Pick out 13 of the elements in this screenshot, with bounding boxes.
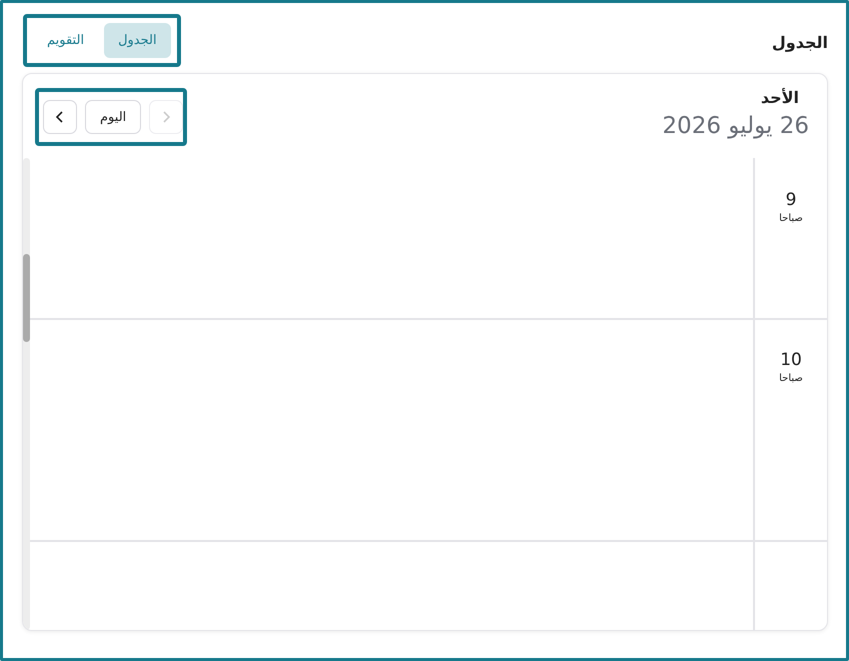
next-button[interactable] [43,100,77,134]
hour-label: 10 [780,350,802,370]
view-tab[interactable]: التقويم [33,22,98,58]
period-label: صباحا [779,373,803,384]
scrollbar-thumb[interactable] [23,254,30,342]
date-label: 26 يوليو 2026 [662,113,809,139]
scrollbar-track[interactable] [23,158,30,630]
day-name: الأحد [760,88,799,107]
view-tab[interactable]: الجدول [104,22,171,58]
page-title: الجدول [772,32,828,52]
today-button[interactable]: اليوم [85,100,142,134]
period-label: صباحا [779,213,803,224]
hour-label: 9 [786,190,796,210]
